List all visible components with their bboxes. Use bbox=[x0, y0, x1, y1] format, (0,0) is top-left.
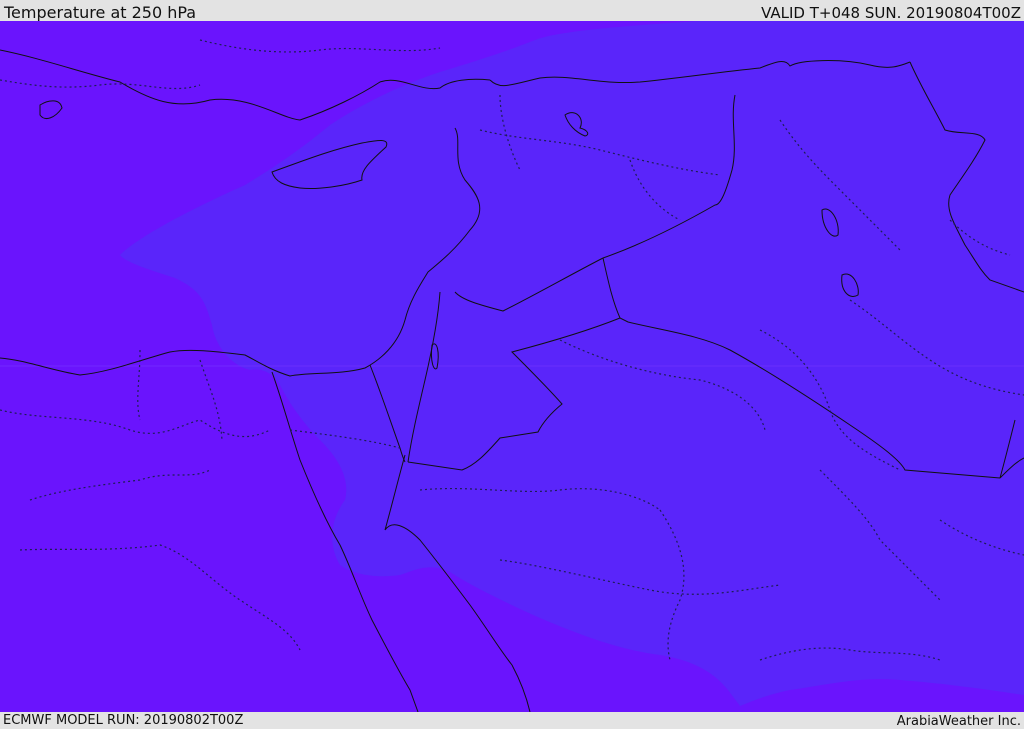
valid-time-label: VALID T+048 SUN. 20190804T00Z bbox=[761, 4, 1021, 22]
footer-bar: ECMWF MODEL RUN: 20190802T00Z ArabiaWeat… bbox=[0, 712, 1024, 729]
map-title: Temperature at 250 hPa bbox=[4, 3, 197, 22]
model-run-label: ECMWF MODEL RUN: 20190802T00Z bbox=[3, 713, 244, 728]
weather-map[interactable] bbox=[0, 21, 1024, 712]
header-bar: Temperature at 250 hPa VALID T+048 SUN. … bbox=[0, 0, 1024, 22]
credit-label: ArabiaWeather Inc. bbox=[896, 714, 1021, 729]
